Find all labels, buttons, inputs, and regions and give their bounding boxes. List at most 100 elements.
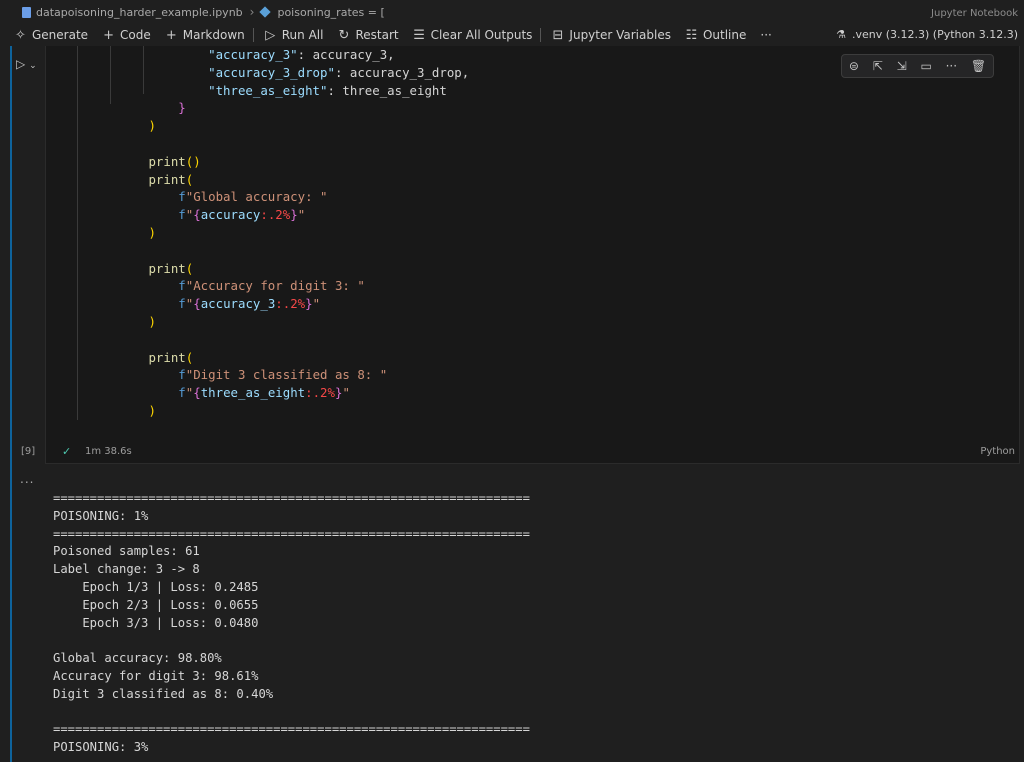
execute-above-icon[interactable]: ⊜ xyxy=(849,59,859,73)
more-actions-button[interactable]: ··· xyxy=(760,28,771,42)
outline-icon: ☷ xyxy=(685,27,698,43)
run-cell-button[interactable]: ▷ ⌄ xyxy=(16,57,37,71)
output-line: ========================================… xyxy=(53,526,530,541)
code-line: ) xyxy=(44,313,1020,331)
output-line: Digit 3 classified as 8: 0.40% xyxy=(53,686,274,701)
code-token: { xyxy=(193,207,201,223)
chevron-right-icon: › xyxy=(249,5,255,19)
notebook-toolbar: ✧ Generate + Code + Markdown ▷ Run All ↻… xyxy=(0,24,1024,46)
notebook-file-icon xyxy=(22,6,31,18)
code-token: "Accuracy for digit 3: " xyxy=(185,278,365,294)
outline-button[interactable]: ☷ Outline xyxy=(685,27,747,43)
generate-button[interactable]: ✧ Generate xyxy=(14,28,88,43)
code-token: f xyxy=(178,296,186,312)
output-actions[interactable]: ... xyxy=(20,472,34,486)
output-line: Label change: 3 -> 8 xyxy=(53,562,200,577)
code-token: accuracy_3 xyxy=(200,296,276,312)
restart-label: Restart xyxy=(355,28,399,42)
code-token: "accuracy_3" xyxy=(208,47,298,62)
code-token: three_as_eight xyxy=(200,385,306,401)
breadcrumb: datapoisoning_harder_example.ipynb › poi… xyxy=(0,0,1024,24)
add-code-cell-button[interactable]: + Code xyxy=(102,28,151,43)
output-line: Poisoned samples: 61 xyxy=(53,544,200,559)
breadcrumb-symbol-label: poisoning_rates = [ xyxy=(277,5,385,19)
run-all-icon: ▷ xyxy=(265,27,276,43)
cell-output: ========================================… xyxy=(53,490,1013,762)
restart-button[interactable]: ↻ Restart xyxy=(337,28,399,43)
code-token: accuracy xyxy=(200,207,261,223)
toolbar-divider xyxy=(252,28,254,42)
output-line: Accuracy for digit 3: 98.61% xyxy=(53,668,259,683)
code-token: f xyxy=(178,278,186,294)
run-below-icon[interactable]: ⇲ xyxy=(897,59,907,73)
cell-status-bar: [9] ✓ 1m 38.6s Python xyxy=(14,445,1024,462)
cell-focus-indicator xyxy=(10,46,12,762)
plus-icon: + xyxy=(103,27,114,43)
code-editor[interactable]: "accuracy_3": accuracy_3, "accuracy_3_dr… xyxy=(44,46,1020,436)
code-line: print( xyxy=(44,171,1020,189)
code-token: " xyxy=(297,207,306,223)
code-line: f"{accuracy:.2%}" xyxy=(44,206,1020,224)
code-line: f"Accuracy for digit 3: " xyxy=(44,277,1020,295)
variables-icon: ⊟ xyxy=(552,27,564,43)
cell-toolbar: ⊜ ⇱ ⇲ ▭ ··· 🗑 xyxy=(841,54,994,78)
code-line: print( xyxy=(44,349,1020,367)
plus-icon: + xyxy=(165,27,177,43)
kernel-icon: ⚗ xyxy=(836,28,846,41)
code-token: print xyxy=(148,260,186,276)
run-above-icon[interactable]: ⇱ xyxy=(873,59,883,73)
execution-count: [9] xyxy=(21,446,36,457)
code-line: "three_as_eight": three_as_eight xyxy=(44,82,1020,100)
code-token: "Digit 3 classified as 8: " xyxy=(185,367,388,383)
clear-outputs-icon: ☰ xyxy=(413,27,425,43)
chevron-down-icon: ⌄ xyxy=(29,61,37,71)
code-token: ( xyxy=(185,260,194,276)
more-icon[interactable]: ··· xyxy=(946,59,957,73)
kernel-picker[interactable]: ⚗ .venv (3.12.3) (Python 3.12.3) xyxy=(836,28,1018,41)
code-line: f"Global accuracy: " xyxy=(44,188,1020,206)
jupyter-variables-label: Jupyter Variables xyxy=(569,28,671,42)
output-line: Epoch 1/3 | Loss: 0.2485 xyxy=(53,579,259,594)
code-line: print() xyxy=(44,153,1020,171)
delete-cell-icon[interactable]: 🗑 xyxy=(971,59,986,73)
code-token: } xyxy=(305,296,313,312)
sparkle-icon: ✧ xyxy=(15,27,26,43)
code-token: " xyxy=(342,385,350,401)
code-token: f xyxy=(178,367,186,383)
code-token: print xyxy=(148,171,186,187)
clear-all-outputs-button[interactable]: ☰ Clear All Outputs xyxy=(413,27,532,43)
code-token: :.2% xyxy=(305,385,335,401)
code-token: ) xyxy=(148,118,156,134)
code-token: ) xyxy=(148,402,156,418)
code-token: f xyxy=(178,207,186,223)
split-cell-icon[interactable]: ▭ xyxy=(920,59,931,73)
cell-language[interactable]: Python xyxy=(980,446,1015,457)
output-line: Epoch 2/3 | Loss: 0.0655 xyxy=(53,597,259,612)
code-line: f"Digit 3 classified as 8: " xyxy=(44,366,1020,384)
add-markdown-cell-button[interactable]: + Markdown xyxy=(165,28,245,43)
output-line: Epoch 3/3 | Loss: 0.0480 xyxy=(53,615,259,630)
code-line: ) xyxy=(44,224,1020,242)
output-line: POISONING: 1% xyxy=(53,508,149,523)
add-code-label: Code xyxy=(120,28,151,42)
output-line: ========================================… xyxy=(53,722,530,737)
code-line: print( xyxy=(44,260,1020,278)
execution-duration: 1m 38.6s xyxy=(85,446,132,457)
breadcrumb-symbol[interactable]: poisoning_rates = [ xyxy=(259,5,385,19)
breadcrumb-file[interactable]: datapoisoning_harder_example.ipynb xyxy=(22,6,243,19)
output-line: ========================================… xyxy=(53,491,530,505)
code-token: print xyxy=(148,349,186,365)
code-token: :.2% xyxy=(275,296,306,312)
run-all-button[interactable]: ▷ Run All xyxy=(264,27,323,43)
code-token: () xyxy=(185,153,201,169)
code-token: "accuracy_3_drop" xyxy=(208,64,335,80)
code-token: ) xyxy=(148,224,156,240)
success-check-icon: ✓ xyxy=(62,445,72,458)
code-line: ) xyxy=(44,402,1020,420)
play-icon: ▷ xyxy=(16,57,26,71)
jupyter-variables-button[interactable]: ⊟ Jupyter Variables xyxy=(551,28,671,43)
